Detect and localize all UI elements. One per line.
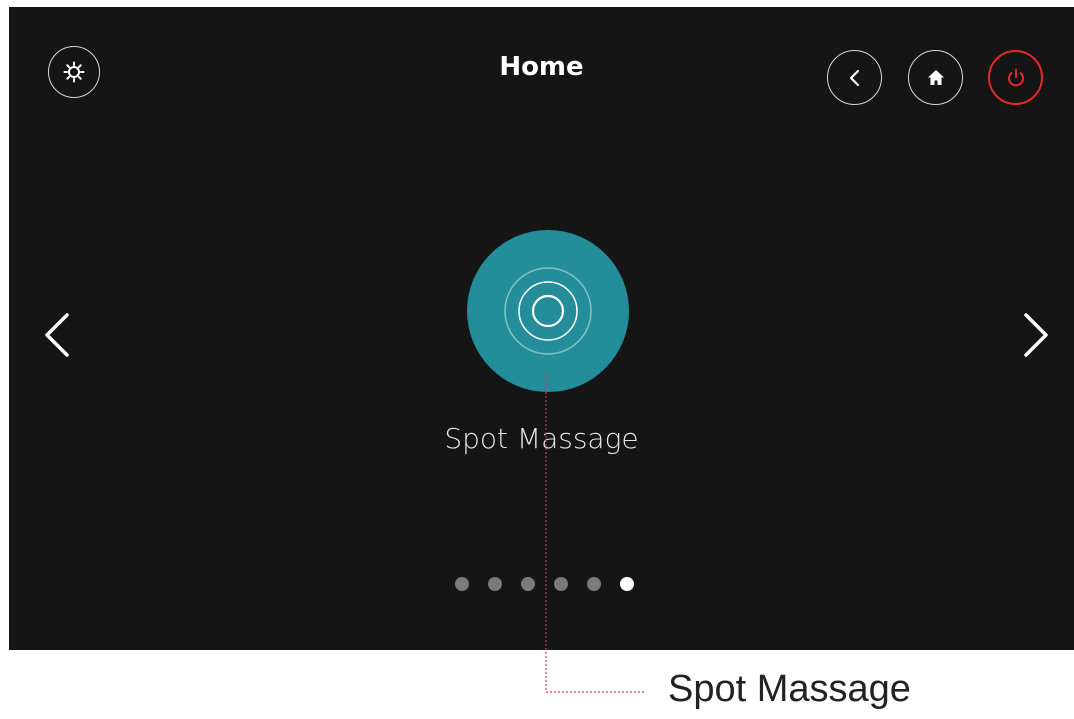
annotation-label: Spot Massage xyxy=(668,668,911,710)
carousel-prev-button[interactable] xyxy=(37,305,77,365)
page-dot[interactable] xyxy=(587,577,601,591)
page-indicator xyxy=(455,577,634,591)
page-dot[interactable] xyxy=(554,577,568,591)
device-screen: Home Spot Massage xyxy=(9,7,1074,650)
chevron-right-icon xyxy=(1024,313,1048,357)
power-icon xyxy=(1007,68,1024,86)
feature-label: Spot Massage xyxy=(444,422,639,455)
page-dot[interactable] xyxy=(521,577,535,591)
power-button[interactable] xyxy=(988,50,1043,105)
back-button[interactable] xyxy=(827,50,882,105)
chevron-left-icon xyxy=(45,313,69,357)
home-button[interactable] xyxy=(908,50,963,105)
carousel-next-button[interactable] xyxy=(1016,305,1056,365)
home-icon xyxy=(927,69,944,85)
spot-massage-button[interactable] xyxy=(467,230,629,392)
page-dot[interactable] xyxy=(488,577,502,591)
page-dot-active[interactable] xyxy=(620,577,634,591)
page-dot[interactable] xyxy=(455,577,469,591)
chevron-left-icon xyxy=(849,69,859,86)
concentric-circles-icon xyxy=(504,267,592,355)
